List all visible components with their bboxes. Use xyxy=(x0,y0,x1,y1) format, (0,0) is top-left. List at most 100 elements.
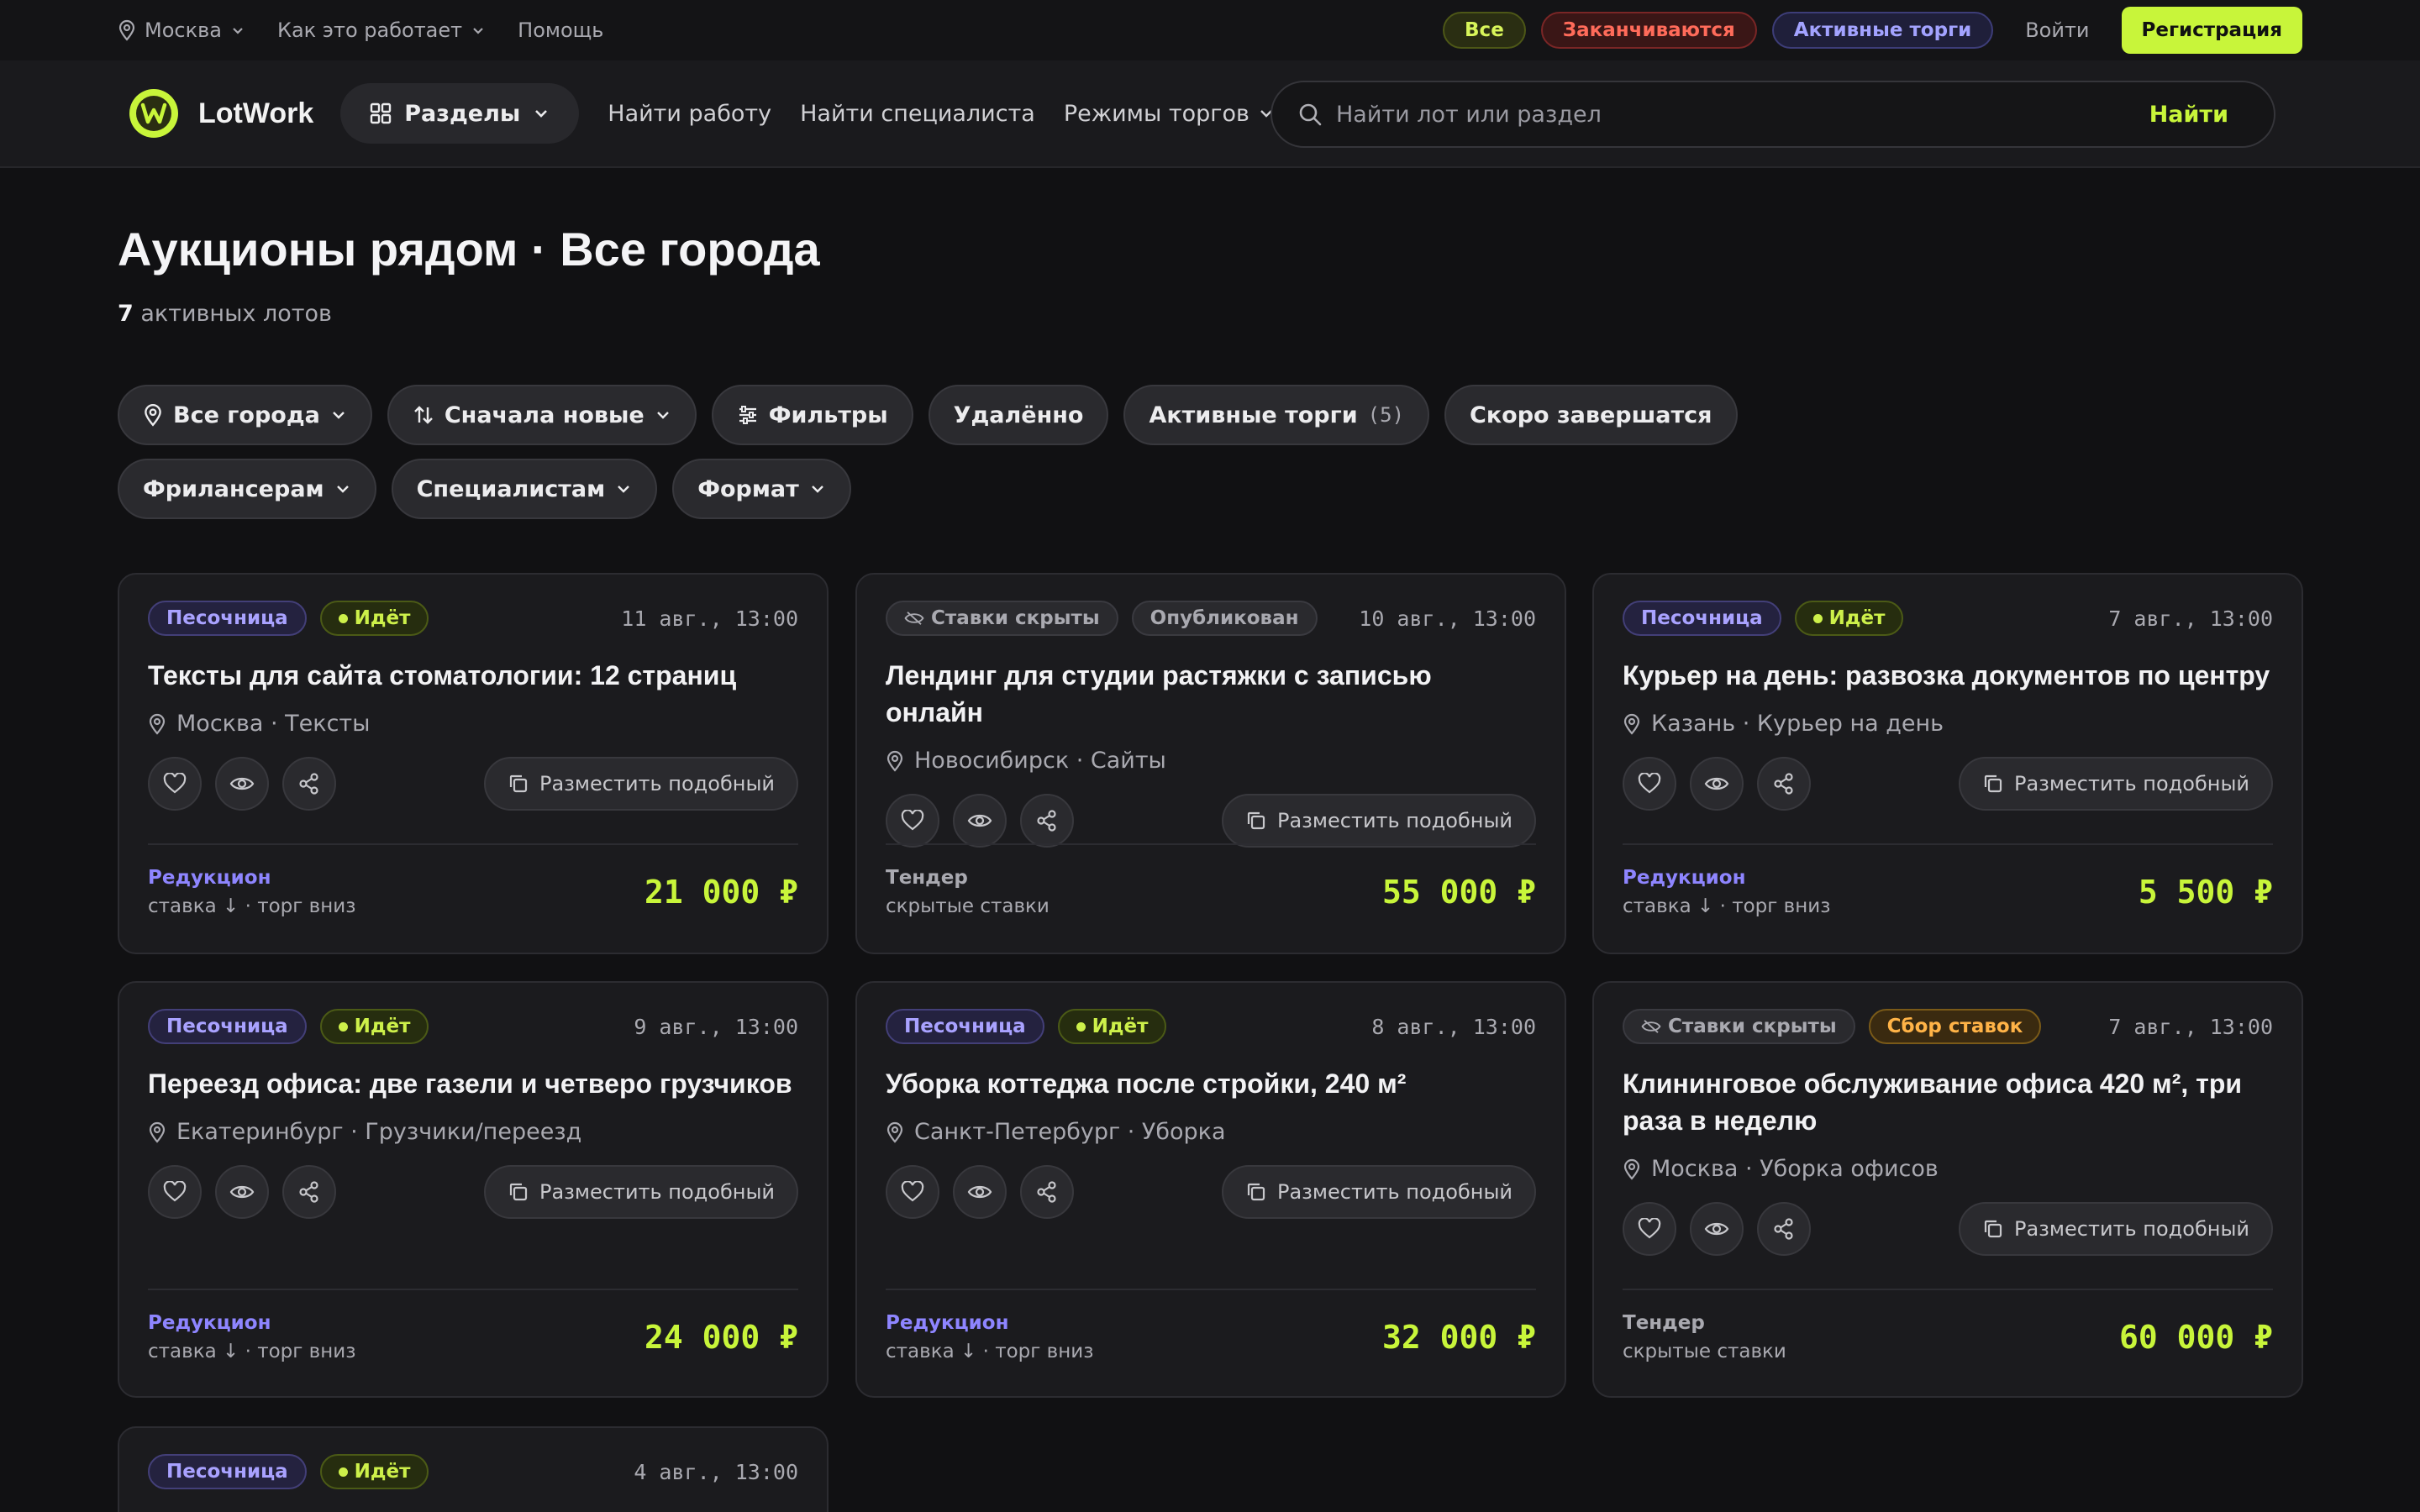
ending-soon-chip[interactable]: Скоро завершатся xyxy=(1444,385,1738,445)
watch-button[interactable] xyxy=(215,1165,269,1219)
location-pin-icon xyxy=(118,19,136,41)
city-selector[interactable]: Москва xyxy=(118,18,245,42)
share-button[interactable] xyxy=(282,757,336,811)
search-input[interactable] xyxy=(1336,101,2129,128)
eye-off-icon xyxy=(904,610,924,627)
favorite-button[interactable] xyxy=(148,1165,202,1219)
trade-mode-name: Редукцион xyxy=(148,867,271,889)
login-link[interactable]: Войти xyxy=(2008,18,2106,42)
watch-button[interactable] xyxy=(953,794,1007,848)
lot-card[interactable]: Песочница Идёт 4 авг., 13:00 xyxy=(118,1426,829,1512)
post-similar-button[interactable]: Разместить подобный xyxy=(483,757,798,811)
specialists-chip[interactable]: Специалистам xyxy=(391,459,658,519)
card-divider xyxy=(148,1289,798,1290)
favorite-button[interactable] xyxy=(886,794,939,848)
watch-button[interactable] xyxy=(215,757,269,811)
watch-button[interactable] xyxy=(953,1165,1007,1219)
favorite-button[interactable] xyxy=(148,757,202,811)
trade-mode-name: Тендер xyxy=(886,867,968,889)
chevron-down-icon xyxy=(230,23,245,38)
card-location: Екатеринбург · Грузчики/переезд xyxy=(148,1119,798,1145)
trade-mode: Редукцион ставка ↓ · торг вниз xyxy=(148,1312,355,1362)
post-similar-label: Разместить подобный xyxy=(2013,772,2249,795)
trade-modes-menu[interactable]: Режимы торгов xyxy=(1064,101,1275,127)
share-button[interactable] xyxy=(1757,1202,1811,1256)
brand-logo[interactable]: LotWork xyxy=(128,87,313,139)
card-title[interactable]: Переезд офиса: две газели и четверо груз… xyxy=(148,1065,798,1102)
city-filter-label: Все города xyxy=(173,402,320,428)
register-button[interactable]: Регистрация xyxy=(2121,7,2302,54)
lot-card[interactable]: Песочница Идёт 9 авг., 13:00 Переезд офи… xyxy=(118,981,829,1398)
search-bar: Найти xyxy=(1270,81,2275,148)
sections-button[interactable]: Разделы xyxy=(340,83,580,144)
live-badge: Идёт xyxy=(319,1009,429,1044)
favorite-button[interactable] xyxy=(1623,757,1676,811)
share-button[interactable] xyxy=(282,1165,336,1219)
active-lots-count: 7 активных лотов xyxy=(118,301,332,327)
post-similar-button[interactable]: Разместить подобный xyxy=(1958,757,2273,811)
freelancers-chip[interactable]: Фрилансерам xyxy=(118,459,376,519)
trade-mode-description: ставка ↓ · торг вниз xyxy=(148,1341,356,1362)
card-title[interactable]: Тексты для сайта стоматологии: 12 страни… xyxy=(148,657,798,694)
favorite-button[interactable] xyxy=(1623,1202,1676,1256)
search-button[interactable]: Найти xyxy=(2129,102,2249,128)
lot-card[interactable]: Песочница Идёт 7 авг., 13:00 Курьер на д… xyxy=(1592,573,2303,954)
active-trades-label: Активные торги xyxy=(1149,402,1358,428)
card-title[interactable]: Клининговое обслуживание офиса 420 м², т… xyxy=(1623,1065,2273,1139)
lot-card[interactable]: Ставки скрыты Опубликован 10 авг., 13:00… xyxy=(855,573,1566,954)
heart-icon xyxy=(163,1181,187,1203)
share-button[interactable] xyxy=(1020,1165,1074,1219)
live-badge: Идёт xyxy=(319,1454,429,1489)
share-icon xyxy=(297,772,321,795)
active-trades-chip[interactable]: Активные торги (5) xyxy=(1123,385,1430,445)
card-divider xyxy=(886,1289,1536,1290)
post-similar-button[interactable]: Разместить подобный xyxy=(1221,1165,1536,1219)
post-similar-button[interactable]: Разместить подобный xyxy=(1221,794,1536,848)
help-link[interactable]: Помощь xyxy=(518,18,603,42)
filter-ending-pill[interactable]: Заканчиваются xyxy=(1540,12,1757,49)
post-similar-button[interactable]: Разместить подобный xyxy=(483,1165,798,1219)
card-footer: Редукцион ставка ↓ · торг вниз 32 000 ₽ xyxy=(886,1312,1536,1362)
find-job-link[interactable]: Найти работу xyxy=(608,101,771,127)
sort-arrows-icon xyxy=(413,404,434,426)
card-location: Казань · Курьер на день xyxy=(1623,711,2273,737)
share-button[interactable] xyxy=(1020,794,1074,848)
watch-button[interactable] xyxy=(1690,757,1744,811)
lot-card[interactable]: Ставки скрыты Сбор ставок 7 авг., 13:00 … xyxy=(1592,981,2303,1398)
city-filter-chip[interactable]: Все города xyxy=(118,385,372,445)
post-similar-button[interactable]: Разместить подобный xyxy=(1958,1202,2273,1256)
card-title[interactable]: Уборка коттеджа после стройки, 240 м² xyxy=(886,1065,1536,1102)
chevron-down-icon xyxy=(334,480,351,497)
filter-active-pill[interactable]: Активные торги xyxy=(1771,12,1994,49)
heart-icon xyxy=(163,773,187,795)
sections-label: Разделы xyxy=(404,100,521,127)
favorite-button[interactable] xyxy=(886,1165,939,1219)
format-chip[interactable]: Формат xyxy=(672,459,851,519)
card-title[interactable]: Лендинг для студии растяжки с записью он… xyxy=(886,657,1536,731)
card-footer: Редукцион ставка ↓ · торг вниз 21 000 ₽ xyxy=(148,867,798,917)
live-badge-label: Идёт xyxy=(354,1461,411,1483)
find-specialist-link[interactable]: Найти специалиста xyxy=(800,101,1035,127)
filter-all-pill[interactable]: Все xyxy=(1443,12,1526,49)
trade-mode-description: скрытые ставки xyxy=(1623,1341,1786,1362)
lot-card[interactable]: Песочница Идёт 8 авг., 13:00 Уборка котт… xyxy=(855,981,1566,1398)
trade-mode-name: Тендер xyxy=(1623,1312,1705,1334)
eye-off-icon xyxy=(1641,1018,1661,1035)
freelancers-label: Фрилансерам xyxy=(143,475,324,502)
location-label: Екатеринбург · Грузчики/переезд xyxy=(176,1119,582,1145)
post-similar-label: Разместить подобный xyxy=(2013,1217,2249,1241)
sandbox-badge: Песочница xyxy=(148,1454,307,1489)
remote-chip[interactable]: Удалённо xyxy=(928,385,1109,445)
lot-card[interactable]: Песочница Идёт 11 авг., 13:00 Тексты для… xyxy=(118,573,829,954)
share-button[interactable] xyxy=(1757,757,1811,811)
how-it-works-menu[interactable]: Как это работает xyxy=(277,18,486,42)
filters-chip[interactable]: Фильтры xyxy=(711,385,913,445)
card-date: 9 авг., 13:00 xyxy=(634,1014,798,1039)
sort-chip[interactable]: Сначала новые xyxy=(387,385,697,445)
card-location: Москва · Уборка офисов xyxy=(1623,1156,2273,1182)
card-title[interactable]: Курьер на день: развозка документов по ц… xyxy=(1623,657,2273,694)
watch-button[interactable] xyxy=(1690,1202,1744,1256)
live-badge: Идёт xyxy=(1794,601,1904,636)
page-title: Аукционы рядом · Все города xyxy=(118,223,820,276)
copy-icon xyxy=(508,773,529,795)
